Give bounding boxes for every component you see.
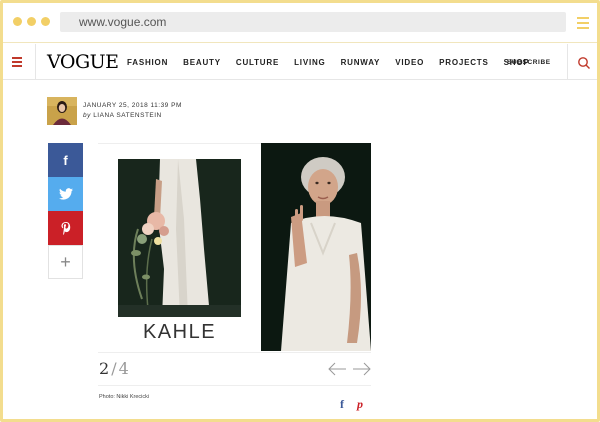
share-facebook-button[interactable]: f	[48, 143, 83, 177]
article-author: by LIANA SATENSTEIN	[83, 112, 162, 119]
slide-total: 4	[118, 359, 129, 378]
byline-prefix: by	[83, 112, 91, 119]
facebook-icon: f	[63, 152, 68, 168]
share-more-button[interactable]: +	[48, 245, 83, 279]
pinterest-icon[interactable]: p	[357, 397, 363, 412]
nav-divider	[567, 44, 568, 80]
share-column: f +	[48, 143, 83, 279]
photo-credit: Photo: Nikki Krecicki	[99, 394, 150, 400]
window-controls	[13, 17, 50, 26]
address-bar[interactable]: www.vogue.com	[60, 12, 566, 32]
author-avatar[interactable]	[47, 97, 77, 125]
share-twitter-button[interactable]	[48, 177, 83, 211]
gallery-image-bride[interactable]	[118, 159, 241, 317]
vogue-logo[interactable]: VOGUE	[47, 51, 119, 73]
slide-current: 2	[99, 359, 110, 378]
browser-window: www.vogue.com VOGUE FASHION BEAUTY CULTU…	[0, 0, 600, 422]
subscribe-link[interactable]: SUBSCRIBE	[507, 59, 551, 66]
arrow-left-icon[interactable]	[327, 362, 347, 376]
hamburger-menu-icon[interactable]	[12, 57, 22, 69]
slide-separator: /	[111, 359, 117, 378]
gallery-image-portrait[interactable]	[261, 143, 371, 351]
nav-links: FASHION BEAUTY CULTURE LIVING RUNWAY VID…	[127, 58, 545, 68]
slide-counter: 2/4	[99, 359, 129, 378]
nav-link-culture[interactable]: CULTURE	[236, 58, 279, 68]
search-icon[interactable]	[577, 56, 591, 70]
article-date: JANUARY 25, 2018 11:39 PM	[83, 102, 182, 109]
gallery-divider	[98, 352, 371, 353]
nav-link-beauty[interactable]: BEAUTY	[183, 58, 221, 68]
window-dot-maximize[interactable]	[41, 17, 50, 26]
nav-link-projects[interactable]: PROJECTS	[439, 58, 489, 68]
browser-chrome: www.vogue.com	[3, 3, 597, 43]
share-pinterest-button[interactable]	[48, 211, 83, 245]
facebook-icon[interactable]: f	[340, 397, 344, 412]
gallery-divider	[98, 385, 371, 386]
nav-link-fashion[interactable]: FASHION	[127, 58, 168, 68]
nav-divider	[35, 44, 36, 80]
site-nav: VOGUE FASHION BEAUTY CULTURE LIVING RUNW…	[3, 44, 597, 80]
browser-menu-icon[interactable]	[577, 17, 589, 32]
window-dot-close[interactable]	[13, 17, 22, 26]
window-dot-minimize[interactable]	[27, 17, 36, 26]
author-name[interactable]: LIANA SATENSTEIN	[93, 112, 162, 119]
twitter-icon	[58, 188, 73, 200]
brand-caption: KAHLE	[142, 321, 217, 343]
arrow-right-icon[interactable]	[352, 362, 372, 376]
nav-link-runway[interactable]: RUNWAY	[341, 58, 381, 68]
nav-link-living[interactable]: LIVING	[294, 58, 325, 68]
nav-link-video[interactable]: VIDEO	[395, 58, 424, 68]
plus-icon: +	[60, 251, 71, 272]
pinterest-icon	[61, 221, 70, 235]
